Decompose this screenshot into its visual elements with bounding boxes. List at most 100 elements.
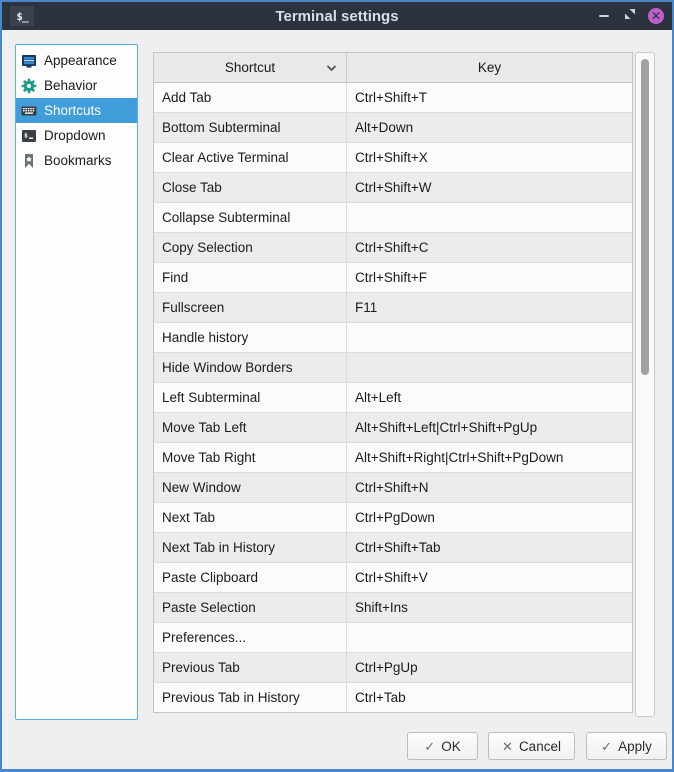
window-title: Terminal settings [2, 8, 672, 25]
shortcut-cell[interactable]: Find [154, 263, 347, 292]
table-row[interactable]: Previous TabCtrl+PgUp [154, 653, 632, 683]
table-row[interactable]: Add TabCtrl+Shift+T [154, 83, 632, 113]
check-icon: ✓ [601, 740, 612, 753]
table-row[interactable]: Preferences... [154, 623, 632, 653]
behavior-icon [21, 78, 37, 94]
table-row[interactable]: Collapse Subterminal [154, 203, 632, 233]
restore-icon [624, 7, 636, 25]
key-cell[interactable]: Shift+Ins [347, 593, 632, 622]
sidebar[interactable]: Appearance Behavior Shortcuts $ Dropdown Book… [15, 44, 138, 720]
shortcut-cell[interactable]: Move Tab Right [154, 443, 347, 472]
table-row[interactable]: FullscreenF11 [154, 293, 632, 323]
sidebar-item-label: Bookmarks [44, 153, 112, 168]
key-cell[interactable]: Alt+Left [347, 383, 632, 412]
column-header-shortcut[interactable]: Shortcut [154, 53, 347, 82]
scrollbar-thumb[interactable] [641, 59, 649, 375]
table-row[interactable]: Hide Window Borders [154, 353, 632, 383]
sidebar-item-behavior[interactable]: Behavior [16, 73, 137, 98]
key-cell[interactable]: Ctrl+PgUp [347, 653, 632, 682]
key-cell[interactable]: Ctrl+Shift+W [347, 173, 632, 202]
key-cell[interactable]: Ctrl+Shift+X [347, 143, 632, 172]
apply-button[interactable]: ✓ Apply [586, 732, 667, 760]
key-cell[interactable] [347, 623, 632, 652]
shortcut-cell[interactable]: Previous Tab in History [154, 683, 347, 712]
sidebar-item-label: Appearance [44, 53, 117, 68]
restore-button[interactable] [622, 8, 638, 24]
shortcut-cell[interactable]: Clear Active Terminal [154, 143, 347, 172]
table-scrollbar[interactable] [635, 52, 655, 717]
ok-button[interactable]: ✓ OK [407, 732, 478, 760]
chevron-down-icon [326, 64, 337, 71]
table-row[interactable]: Handle history [154, 323, 632, 353]
shortcut-cell[interactable]: Paste Selection [154, 593, 347, 622]
bookmarks-icon [21, 153, 37, 169]
sidebar-item-label: Shortcuts [44, 103, 101, 118]
sidebar-item-shortcuts[interactable]: Shortcuts [16, 98, 137, 123]
sidebar-item-bookmarks[interactable]: Bookmarks [16, 148, 137, 173]
sidebar-item-label: Behavior [44, 78, 97, 93]
terminal-icon: $_ [10, 6, 34, 26]
table-row[interactable]: Bottom SubterminalAlt+Down [154, 113, 632, 143]
key-cell[interactable]: Alt+Shift+Right|Ctrl+Shift+PgDown [347, 443, 632, 472]
sidebar-item-dropdown[interactable]: $ Dropdown [16, 123, 137, 148]
table-row[interactable]: FindCtrl+Shift+F [154, 263, 632, 293]
key-cell[interactable]: Ctrl+Shift+V [347, 563, 632, 592]
table-row[interactable]: Paste ClipboardCtrl+Shift+V [154, 563, 632, 593]
table-row[interactable]: Previous Tab in HistoryCtrl+Tab [154, 683, 632, 713]
key-cell[interactable] [347, 323, 632, 352]
dropdown-icon: $ [21, 128, 37, 144]
key-cell[interactable]: Ctrl+Shift+N [347, 473, 632, 502]
shortcut-cell[interactable]: Move Tab Left [154, 413, 347, 442]
shortcut-cell[interactable]: Add Tab [154, 83, 347, 112]
sidebar-item-appearance[interactable]: Appearance [16, 48, 137, 73]
titlebar[interactable]: $_ Terminal settings ✕ [2, 2, 672, 30]
key-cell[interactable]: Ctrl+Tab [347, 683, 632, 712]
table-row[interactable]: Next TabCtrl+PgDown [154, 503, 632, 533]
key-cell[interactable]: Ctrl+Shift+C [347, 233, 632, 262]
table-header: Shortcut Key [154, 53, 632, 83]
minimize-button[interactable] [596, 8, 612, 24]
table-row[interactable]: Clear Active TerminalCtrl+Shift+X [154, 143, 632, 173]
key-cell[interactable]: Ctrl+Shift+F [347, 263, 632, 292]
close-button[interactable]: ✕ [648, 8, 664, 24]
table-row[interactable]: Left SubterminalAlt+Left [154, 383, 632, 413]
shortcut-cell[interactable]: Paste Clipboard [154, 563, 347, 592]
key-cell[interactable]: Ctrl+Shift+T [347, 83, 632, 112]
key-cell[interactable] [347, 203, 632, 232]
column-header-key[interactable]: Key [347, 53, 632, 82]
sidebar-item-label: Dropdown [44, 128, 106, 143]
shortcut-cell[interactable]: Left Subterminal [154, 383, 347, 412]
table-row[interactable]: Move Tab LeftAlt+Shift+Left|Ctrl+Shift+P… [154, 413, 632, 443]
shortcut-cell[interactable]: New Window [154, 473, 347, 502]
shortcut-cell[interactable]: Next Tab [154, 503, 347, 532]
shortcut-cell[interactable]: Handle history [154, 323, 347, 352]
table-row[interactable]: Move Tab RightAlt+Shift+Right|Ctrl+Shift… [154, 443, 632, 473]
table-row[interactable]: Next Tab in HistoryCtrl+Shift+Tab [154, 533, 632, 563]
check-icon: ✓ [424, 740, 435, 753]
key-cell[interactable]: Alt+Shift+Left|Ctrl+Shift+PgUp [347, 413, 632, 442]
key-cell[interactable]: F11 [347, 293, 632, 322]
shortcut-cell[interactable]: Next Tab in History [154, 533, 347, 562]
shortcut-cell[interactable]: Hide Window Borders [154, 353, 347, 382]
shortcut-cell[interactable]: Copy Selection [154, 233, 347, 262]
key-cell[interactable] [347, 353, 632, 382]
table-row[interactable]: Copy SelectionCtrl+Shift+C [154, 233, 632, 263]
terminal-settings-dialog: $_ Terminal settings ✕ Appearance Behavio… [0, 0, 674, 772]
shortcut-cell[interactable]: Fullscreen [154, 293, 347, 322]
key-cell[interactable]: Ctrl+Shift+Tab [347, 533, 632, 562]
shortcut-table[interactable]: Shortcut Key Add TabCtrl+Shift+TBottom S… [153, 52, 633, 713]
table-row[interactable]: New WindowCtrl+Shift+N [154, 473, 632, 503]
close-icon: ✕ [651, 10, 661, 22]
table-row[interactable]: Paste SelectionShift+Ins [154, 593, 632, 623]
table-row[interactable]: Close TabCtrl+Shift+W [154, 173, 632, 203]
cancel-button[interactable]: ✕ Cancel [488, 732, 575, 760]
shortcut-cell[interactable]: Close Tab [154, 173, 347, 202]
key-cell[interactable]: Ctrl+PgDown [347, 503, 632, 532]
shortcut-cell[interactable]: Collapse Subterminal [154, 203, 347, 232]
shortcut-cell[interactable]: Previous Tab [154, 653, 347, 682]
svg-text:$: $ [24, 131, 28, 139]
shortcut-cell[interactable]: Bottom Subterminal [154, 113, 347, 142]
shortcut-cell[interactable]: Preferences... [154, 623, 347, 652]
key-cell[interactable]: Alt+Down [347, 113, 632, 142]
minimize-icon [599, 15, 609, 17]
